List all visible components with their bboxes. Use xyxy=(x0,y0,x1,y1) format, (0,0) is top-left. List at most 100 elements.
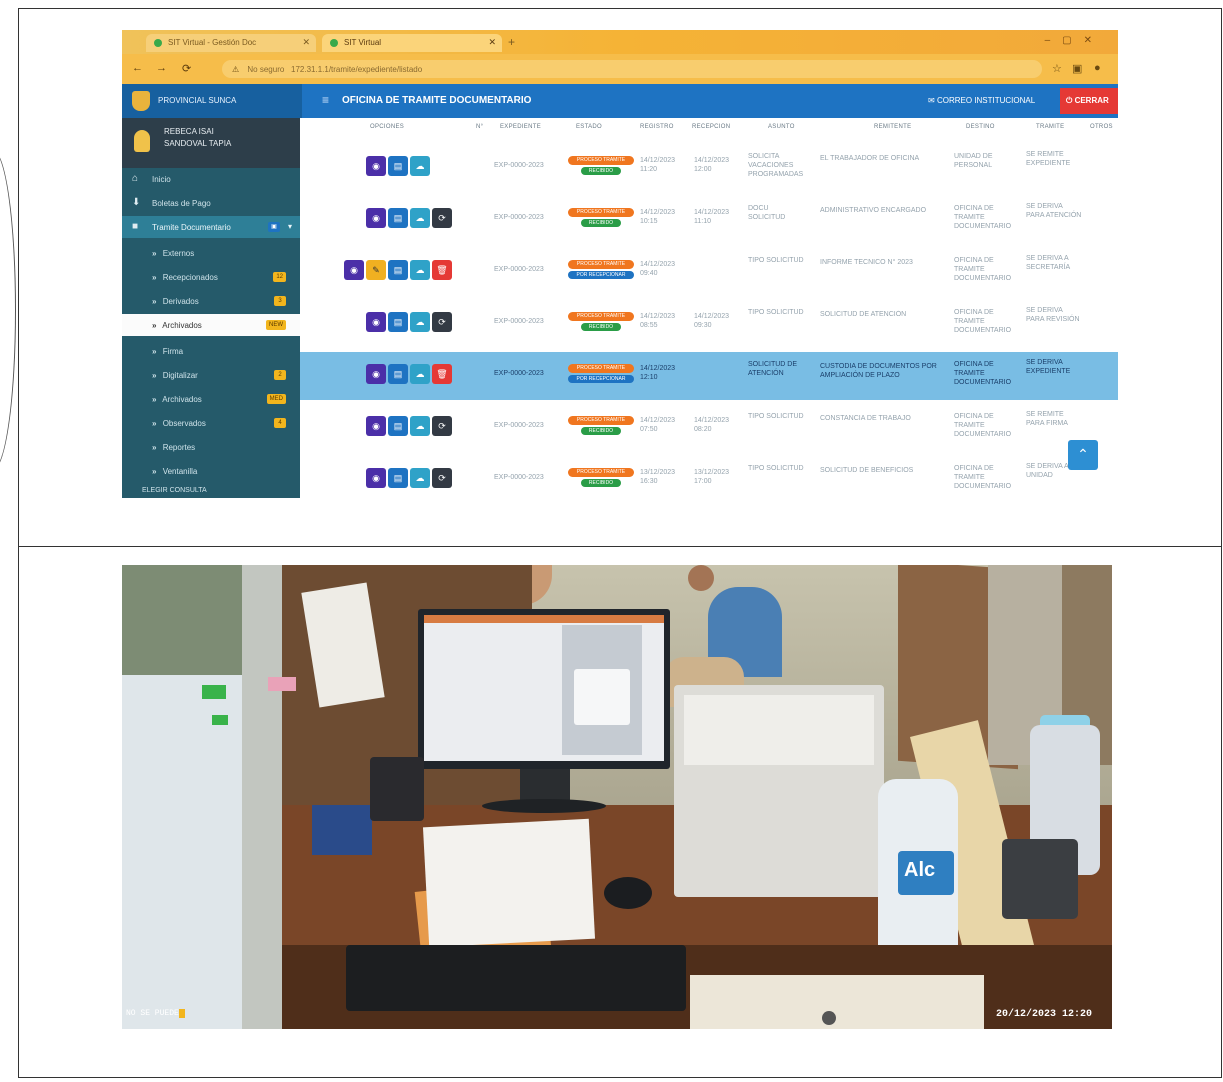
main-content: OPCIONES N° EXPEDIENTE ESTADO REGISTRO R… xyxy=(300,118,1118,498)
view-icon[interactable]: ◉ xyxy=(344,260,364,280)
cell-asunto: TIPO SOLICITUD xyxy=(748,309,804,316)
mail-button[interactable]: ✉ CORREO INSTITUCIONAL xyxy=(922,92,1041,110)
table-row[interactable]: ◉ ▤ ☁ ⟳ EXP-0000-2023 PROCESO TRAMITE RECIBIDO… xyxy=(300,456,1118,498)
view-icon[interactable]: ◉ xyxy=(366,364,386,384)
sidebar-item-derived[interactable]: » Derivados 3 xyxy=(122,290,300,312)
sync-icon[interactable]: ⟳ xyxy=(432,468,452,488)
photo-screen-bar xyxy=(424,615,664,623)
document-icon[interactable]: ▤ xyxy=(388,416,408,436)
cell-asunto: SOLICITA VACACIONES PROGRAMADAS xyxy=(748,153,804,178)
sidebar-badge: 2 xyxy=(274,370,286,380)
scroll-to-top-button[interactable]: ⌃ xyxy=(1068,440,1098,470)
browser-tab-2[interactable]: SIT Virtual ✕ xyxy=(322,34,502,52)
window-controls-icon[interactable]: –▢✕ xyxy=(1045,35,1104,46)
column-header: ASUNTO xyxy=(768,124,795,130)
close-tab-icon[interactable]: ✕ xyxy=(488,37,496,48)
sync-icon[interactable]: ⟳ xyxy=(432,416,452,436)
double-chevron-icon: » xyxy=(152,419,157,428)
photo-monitor-stand xyxy=(520,769,570,803)
extension-icon[interactable]: ▣ xyxy=(1072,62,1082,75)
profile-icon[interactable]: ● xyxy=(1094,62,1101,74)
table-row[interactable]: ◉ ✎ ▤ ☁ 🗑 EXP-0000-2023 PROCESO TRAMITE POR REC… xyxy=(300,248,1118,296)
document-icon[interactable]: ▤ xyxy=(388,156,408,176)
sync-icon[interactable]: ⟳ xyxy=(432,312,452,332)
column-header: REGISTRO xyxy=(640,124,674,130)
sidebar-item-reports[interactable]: » Reportes xyxy=(122,436,300,458)
logout-button[interactable]: ⏻ CERRAR xyxy=(1060,88,1118,114)
user-name: REBECA ISAI SANDOVAL TAPIA xyxy=(164,127,232,148)
upload-icon[interactable]: ☁ xyxy=(410,416,430,436)
column-header: REMITENTE xyxy=(874,124,912,130)
status-badges: PROCESO TRAMITE RECIBIDO xyxy=(568,468,634,487)
upload-icon[interactable]: ☁ xyxy=(410,312,430,332)
table-row[interactable]: ◉ ▤ ☁ 🗑 EXP-0000-2023 PROCESO TRAMITE POR RECE… xyxy=(300,352,1118,400)
sidebar-item-payslips[interactable]: ⬇ Boletas de Pago xyxy=(122,192,300,214)
sidebar-badge: 12 xyxy=(273,272,286,282)
table-row[interactable]: ◉ ▤ ☁ ⟳ EXP-0000-2023 PROCESO TRAMITE RECIBIDO… xyxy=(300,404,1118,452)
browser-tab-1[interactable]: SIT Virtual - Gestión Doc ✕ xyxy=(146,34,316,52)
document-icon[interactable]: ▤ xyxy=(388,468,408,488)
trash-icon[interactable]: 🗑 xyxy=(432,260,452,280)
upload-icon[interactable]: ☁ xyxy=(410,364,430,384)
forward-icon[interactable]: → xyxy=(156,62,167,74)
sync-icon[interactable]: ⟳ xyxy=(432,208,452,228)
upload-icon[interactable]: ☁ xyxy=(410,468,430,488)
status-badge: PROCESO TRAMITE xyxy=(568,468,634,477)
sidebar-item-signature[interactable]: » Firma xyxy=(122,340,300,362)
sidebar-item-observed[interactable]: » Observados 4 xyxy=(122,412,300,434)
sub-status-badge: POR RECEPCIONAR xyxy=(568,375,634,383)
sidebar-item-digitize[interactable]: » Digitalizar 2 xyxy=(122,364,300,386)
table-row[interactable]: ◉ ▤ ☁ ⟳ EXP-0000-2023 PROCESO TRAMITE RECIBIDO… xyxy=(300,300,1118,348)
trash-icon[interactable]: 🗑 xyxy=(432,364,452,384)
status-badge: PROCESO TRAMITE xyxy=(568,156,634,165)
close-tab-icon[interactable]: ✕ xyxy=(302,37,310,48)
edit-icon[interactable]: ✎ xyxy=(366,260,386,280)
column-header: OPCIONES xyxy=(370,124,405,130)
upload-icon[interactable]: ☁ xyxy=(410,156,430,176)
view-icon[interactable]: ◉ xyxy=(366,312,386,332)
menu-icon[interactable]: ≡ xyxy=(322,93,329,107)
back-icon[interactable]: ← xyxy=(132,62,143,74)
upload-icon[interactable]: ☁ xyxy=(410,208,430,228)
sidebar-badge: NEW xyxy=(266,320,286,330)
sidebar-item-archived[interactable]: » Archivados NEW xyxy=(122,314,300,336)
sidebar-item-archived-2[interactable]: » Archivados MED xyxy=(122,388,300,410)
document-icon[interactable]: ▤ xyxy=(388,260,408,280)
reload-icon[interactable]: ⟳ xyxy=(182,62,191,75)
double-chevron-icon: » xyxy=(152,443,157,452)
document-icon[interactable]: ▤ xyxy=(388,208,408,228)
photo-stamp xyxy=(370,757,424,821)
double-chevron-icon: » xyxy=(152,273,157,282)
cell-recepcion: 14/12/2023 11:10 xyxy=(694,209,730,225)
logout-button-label: CERRAR xyxy=(1074,96,1109,105)
sidebar-footer[interactable]: ELEGIR CONSULTA xyxy=(142,487,207,494)
sidebar-item-external[interactable]: » Externos xyxy=(122,242,300,264)
user-panel: REBECA ISAI SANDOVAL TAPIA xyxy=(122,118,300,168)
row-options: ◉ ▤ ☁ xyxy=(366,156,430,176)
photo-timestamp-left: NO SE PUEDE xyxy=(126,1009,185,1018)
status-badge: PROCESO TRAMITE xyxy=(568,364,634,373)
star-icon[interactable]: ☆ xyxy=(1052,62,1062,75)
sidebar-item-window[interactable]: » Ventanilla xyxy=(122,460,300,482)
document-icon[interactable]: ▤ xyxy=(388,364,408,384)
cell-recepcion xyxy=(694,364,740,394)
sub-status-badge: RECIBIDO xyxy=(581,427,621,435)
view-icon[interactable]: ◉ xyxy=(366,468,386,488)
sub-status-badge: RECIBIDO xyxy=(581,219,621,227)
chevron-down-icon: ▾ xyxy=(287,222,292,231)
view-icon[interactable]: ◉ xyxy=(366,416,386,436)
url-field[interactable]: ⚠ No seguro 172.31.1.1/tramite/expedient… xyxy=(222,60,1042,78)
table-row[interactable]: ◉ ▤ ☁ EXP-0000-2023 PROCESO TRAMITE RECIBIDO 1… xyxy=(300,144,1118,192)
browser-tab-bar: SIT Virtual - Gestión Doc ✕ SIT Virtual … xyxy=(122,30,1118,54)
table-row[interactable]: ◉ ▤ ☁ ⟳ EXP-0000-2023 PROCESO TRAMITE RECIBIDO… xyxy=(300,196,1118,244)
photo-stamp-pad xyxy=(312,805,372,855)
view-icon[interactable]: ◉ xyxy=(366,208,386,228)
new-tab-icon[interactable]: + xyxy=(508,35,515,49)
upload-icon[interactable]: ☁ xyxy=(410,260,430,280)
sidebar-item-document-procedures[interactable]: ■ Tramite Documentario ▣ ▾ xyxy=(122,216,300,238)
sidebar-item-home[interactable]: ⌂ Inicio xyxy=(122,168,300,190)
document-icon[interactable]: ▤ xyxy=(388,312,408,332)
sidebar-item-received[interactable]: » Recepcionados 12 xyxy=(122,266,300,288)
photo-drawer xyxy=(690,975,984,1029)
view-icon[interactable]: ◉ xyxy=(366,156,386,176)
